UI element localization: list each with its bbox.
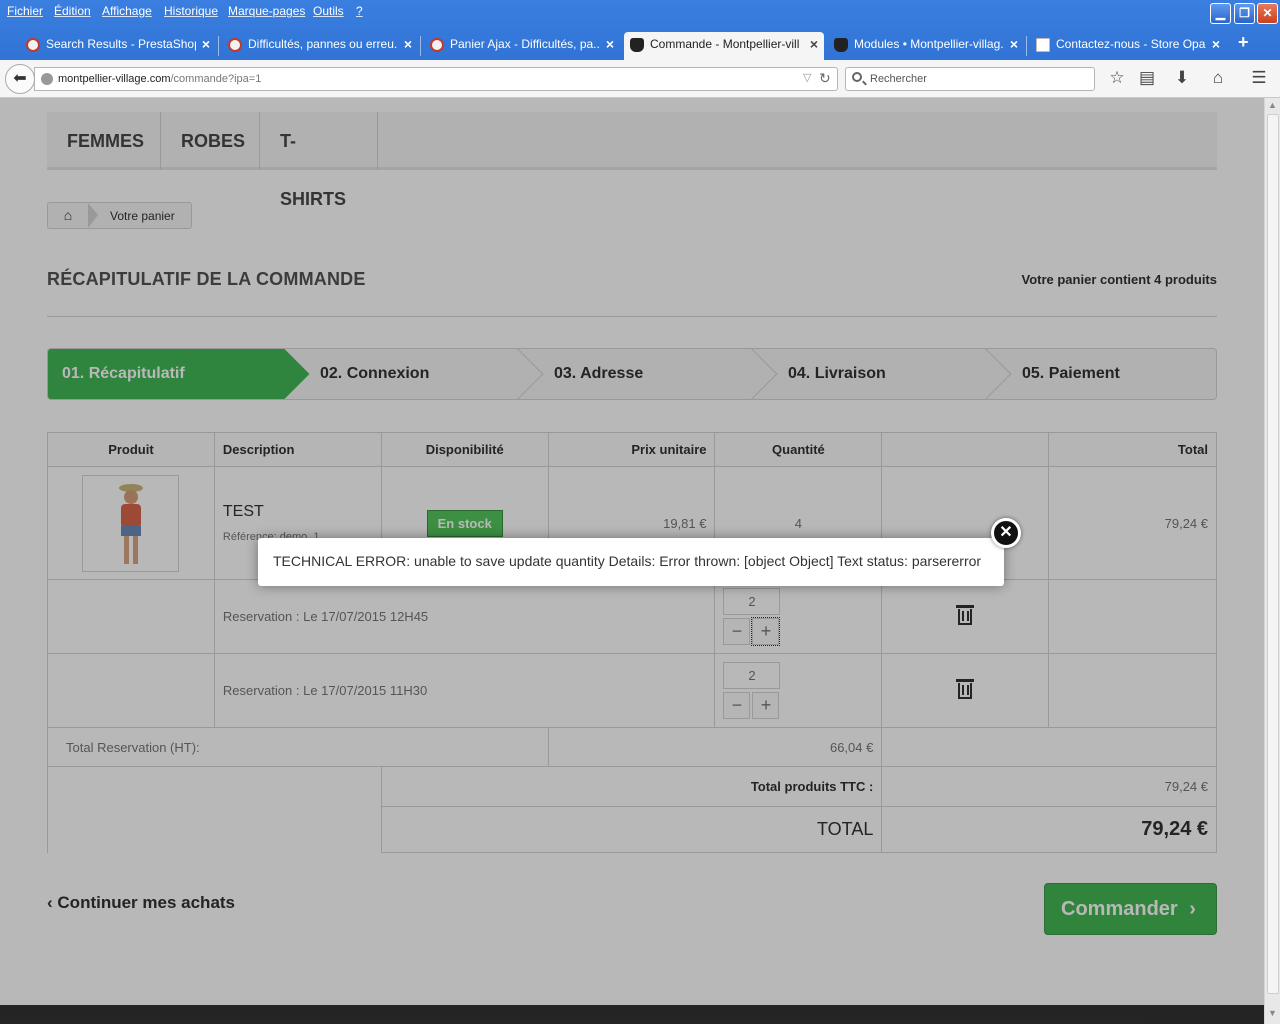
back-arrow-icon: ⬅ bbox=[13, 70, 27, 87]
menu-bar: Fichier Édition Affichage Historique Mar… bbox=[0, 0, 1280, 24]
tab-close-icon[interactable]: × bbox=[606, 32, 614, 56]
tab-strip: Search Results - PrestaShop × Difficulté… bbox=[0, 28, 1280, 60]
tab-label: Difficultés, pannes ou erreu... bbox=[248, 37, 398, 51]
error-dialog: TECHNICAL ERROR: unable to save update q… bbox=[258, 538, 1004, 586]
dialog-close-icon[interactable]: ✕ bbox=[991, 518, 1021, 548]
back-button[interactable]: ⬅ bbox=[5, 64, 35, 94]
prestashop-favicon-icon bbox=[26, 38, 40, 52]
tab-label: Commande - Montpellier-vill... bbox=[650, 37, 800, 51]
menu-edition[interactable]: Édition bbox=[54, 4, 91, 18]
restore-icon[interactable]: ❐ bbox=[1234, 3, 1255, 24]
tab-label: Contactez-nous - Store Opart bbox=[1056, 37, 1206, 51]
tab-close-icon[interactable]: × bbox=[1212, 32, 1220, 56]
tab-close-icon[interactable]: × bbox=[404, 32, 412, 56]
error-message: TECHNICAL ERROR: unable to save update q… bbox=[273, 553, 982, 569]
menu-historique[interactable]: Historique bbox=[164, 4, 218, 18]
tab-panier-ajax[interactable]: Panier Ajax - Difficultés, pa... × bbox=[424, 32, 620, 60]
menu-marque-pages[interactable]: Marque-pages bbox=[228, 4, 305, 18]
url-bar[interactable]: montpellier-village.com/commande?ipa=1 ▽… bbox=[34, 67, 838, 91]
tab-close-icon[interactable]: × bbox=[1010, 32, 1018, 56]
tab-difficultes[interactable]: Difficultés, pannes ou erreu... × bbox=[222, 32, 418, 60]
tab-commande[interactable]: Commande - Montpellier-vill... × bbox=[624, 32, 824, 60]
menu-affichage[interactable]: Affichage bbox=[102, 4, 152, 18]
tab-close-icon[interactable]: × bbox=[810, 32, 818, 56]
scroll-up-icon[interactable]: ▲ bbox=[1268, 100, 1277, 110]
scrollbar-thumb[interactable] bbox=[1267, 114, 1279, 994]
site-favicon-icon bbox=[834, 38, 848, 52]
minimize-icon[interactable]: ▁ bbox=[1210, 3, 1231, 24]
tab-close-icon[interactable]: × bbox=[202, 32, 210, 56]
tab-label: Modules • Montpellier-villag... bbox=[854, 37, 1004, 51]
search-input[interactable]: Rechercher bbox=[845, 67, 1095, 91]
tab-label: Panier Ajax - Difficultés, pa... bbox=[450, 37, 600, 51]
url-text[interactable]: montpellier-village.com/commande?ipa=1 bbox=[58, 73, 261, 85]
store-favicon-icon bbox=[1036, 38, 1050, 52]
navigation-toolbar: montpellier-village.com/commande?ipa=1 ▽… bbox=[0, 60, 1280, 98]
tab-separator bbox=[218, 36, 219, 56]
prestashop-favicon-icon bbox=[430, 38, 444, 52]
search-icon bbox=[852, 72, 862, 82]
tab-separator bbox=[1026, 36, 1027, 56]
menu-outils[interactable]: Outils bbox=[313, 4, 344, 18]
tab-search-results[interactable]: Search Results - PrestaShop × bbox=[20, 32, 216, 60]
reading-list-icon[interactable]: ▤ bbox=[1136, 68, 1158, 88]
window-close-icon[interactable]: ✕ bbox=[1257, 3, 1278, 24]
home-icon[interactable]: ⌂ bbox=[1207, 68, 1229, 88]
menu-help[interactable]: ? bbox=[356, 4, 363, 18]
tab-contactez-nous[interactable]: Contactez-nous - Store Opart × bbox=[1030, 32, 1226, 60]
hamburger-menu-icon[interactable]: ☰ bbox=[1248, 68, 1270, 88]
url-host: montpellier-village.com bbox=[58, 73, 171, 85]
bookmark-star-icon[interactable]: ☆ bbox=[1106, 68, 1128, 88]
download-icon[interactable]: ⬇ bbox=[1171, 68, 1193, 88]
url-path: /commande?ipa=1 bbox=[170, 73, 262, 85]
scroll-down-icon[interactable]: ▼ bbox=[1268, 1008, 1277, 1018]
prestashop-favicon-icon bbox=[228, 38, 242, 52]
browser-chrome: Fichier Édition Affichage Historique Mar… bbox=[0, 0, 1280, 98]
search-placeholder: Rechercher bbox=[870, 73, 927, 85]
tab-modules[interactable]: Modules • Montpellier-villag... × bbox=[828, 32, 1024, 60]
reload-icon[interactable]: ↻ bbox=[819, 70, 831, 87]
url-dropdown-icon[interactable]: ▽ bbox=[803, 71, 811, 84]
tab-label: Search Results - PrestaShop bbox=[46, 37, 196, 51]
new-tab-icon[interactable]: + bbox=[1238, 32, 1249, 53]
menu-fichier[interactable]: Fichier bbox=[7, 4, 43, 18]
page-scrollbar[interactable]: ▲ ▼ bbox=[1264, 98, 1280, 1024]
tab-separator bbox=[420, 36, 421, 56]
site-favicon-icon bbox=[630, 38, 644, 52]
globe-icon bbox=[41, 73, 53, 85]
